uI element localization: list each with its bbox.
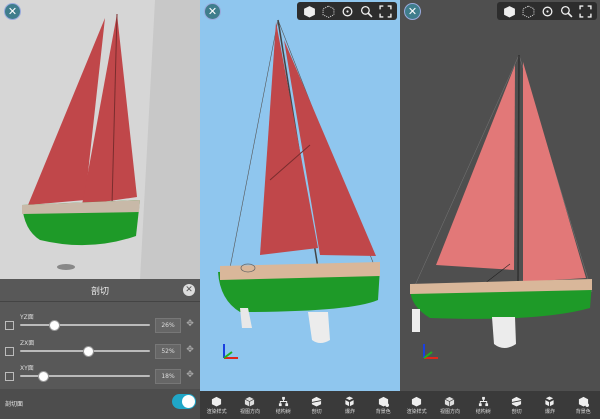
view-direction-icon xyxy=(445,396,455,407)
fullscreen-icon[interactable] xyxy=(577,3,593,19)
cut-panel: 剖切 ✕ YZ面 26% ✥ ZX面 52% ✥ XY面 18% ✥ 剖切面 xyxy=(0,279,200,419)
plane-yz-slider-knob[interactable] xyxy=(48,320,60,331)
sailboat-model[interactable] xyxy=(400,0,600,390)
view-direction-button[interactable]: 视图方向 xyxy=(236,391,264,415)
tree-icon xyxy=(278,396,288,407)
render-style-button[interactable]: 渲染样式 xyxy=(403,391,431,415)
plane-yz-label: YZ面 xyxy=(20,314,34,321)
structure-tree-button[interactable]: 结构树 xyxy=(269,391,297,415)
plane-yz-slider-track[interactable] xyxy=(20,324,150,326)
sailboat-model[interactable] xyxy=(0,0,200,280)
fullscreen-icon[interactable] xyxy=(377,3,393,19)
sailboat-model[interactable] xyxy=(200,0,400,390)
plane-zx-label: ZX面 xyxy=(20,340,35,347)
toggle-knob xyxy=(182,395,195,408)
plane-zx-slider-knob[interactable] xyxy=(82,346,94,357)
dotted-cube-icon[interactable] xyxy=(520,3,536,19)
dotted-cube-icon[interactable] xyxy=(320,3,336,19)
background-color-button[interactable]: 背景色 xyxy=(369,391,397,415)
plane-xy-checkbox[interactable] xyxy=(5,372,14,381)
plane-xy-percent: 18% xyxy=(155,369,181,384)
view-direction-icon xyxy=(245,396,255,407)
render-style-icon xyxy=(212,396,222,407)
cube-icon[interactable] xyxy=(301,3,317,19)
cut-plane-toggle-label: 剖切面 xyxy=(5,401,24,408)
close-view-button[interactable]: ✕ xyxy=(204,3,221,20)
plane-zx-percent: 52% xyxy=(155,344,181,359)
cut-panel-header: 剖切 ✕ xyxy=(0,279,200,302)
cut-icon xyxy=(311,396,322,407)
background-color-icon xyxy=(578,396,589,407)
explode-icon xyxy=(545,396,555,407)
cut-panel-title: 剖切 xyxy=(90,286,109,297)
cut-button[interactable]: 剖切 xyxy=(303,391,331,415)
view-toolbar xyxy=(297,2,397,20)
plane-yz-checkbox[interactable] xyxy=(5,321,14,330)
close-view-button[interactable]: ✕ xyxy=(404,3,421,20)
tree-icon xyxy=(478,396,488,407)
rotate-reset-icon[interactable] xyxy=(339,3,355,19)
cut-icon xyxy=(511,396,522,407)
plane-zx-move-icon[interactable]: ✥ xyxy=(185,345,195,355)
zoom-fit-icon[interactable] xyxy=(358,3,374,19)
plane-xy-slider-knob[interactable] xyxy=(38,371,50,382)
bottom-toolbar: 渲染样式 视图方向 结构树 剖切 爆炸 背景色 xyxy=(200,391,400,419)
axes-gizmo-icon xyxy=(223,344,238,359)
view-toolbar xyxy=(497,2,597,20)
viewer-sky-view[interactable]: ✕ 渲染样式 视图方向 结构树 剖切 爆炸 背景色 xyxy=(200,0,400,419)
plane-row-xy: XY面 18% ✥ xyxy=(0,360,200,390)
cut-button[interactable]: 剖切 xyxy=(503,391,531,415)
background-color-button[interactable]: 背景色 xyxy=(569,391,597,415)
bottom-toolbar: 渲染样式 视图方向 结构树 剖切 爆炸 背景色 xyxy=(400,391,600,419)
explode-icon xyxy=(345,396,355,407)
plane-xy-move-icon[interactable]: ✥ xyxy=(185,370,195,380)
view-direction-button[interactable]: 视图方向 xyxy=(436,391,464,415)
explode-button[interactable]: 爆炸 xyxy=(536,391,564,415)
plane-zx-checkbox[interactable] xyxy=(5,347,14,356)
render-style-button[interactable]: 渲染样式 xyxy=(203,391,231,415)
cut-plane-toggle[interactable] xyxy=(172,394,196,409)
plane-yz-move-icon[interactable]: ✥ xyxy=(185,319,195,329)
zoom-fit-icon[interactable] xyxy=(558,3,574,19)
cut-panel-close-icon[interactable]: ✕ xyxy=(183,284,195,296)
explode-button[interactable]: 爆炸 xyxy=(336,391,364,415)
rotate-reset-icon[interactable] xyxy=(539,3,555,19)
close-view-button[interactable]: ✕ xyxy=(4,3,21,20)
axes-gizmo-icon xyxy=(423,344,438,359)
plane-yz-percent: 26% xyxy=(155,318,181,333)
background-color-icon xyxy=(378,396,389,407)
viewer-cut-view[interactable]: ✕ 剖切 ✕ YZ面 26% ✥ ZX面 52% ✥ XY面 18% ✥ 剖切面 xyxy=(0,0,200,419)
plane-xy-label: XY面 xyxy=(20,365,34,372)
render-style-icon xyxy=(412,396,422,407)
cut-panel-footer: 剖切面 xyxy=(0,389,200,419)
viewer-dark-view[interactable]: ✕ 渲染样式 视图方向 结构树 剖切 爆炸 背景色 xyxy=(400,0,600,419)
structure-tree-button[interactable]: 结构树 xyxy=(469,391,497,415)
cube-icon[interactable] xyxy=(501,3,517,19)
